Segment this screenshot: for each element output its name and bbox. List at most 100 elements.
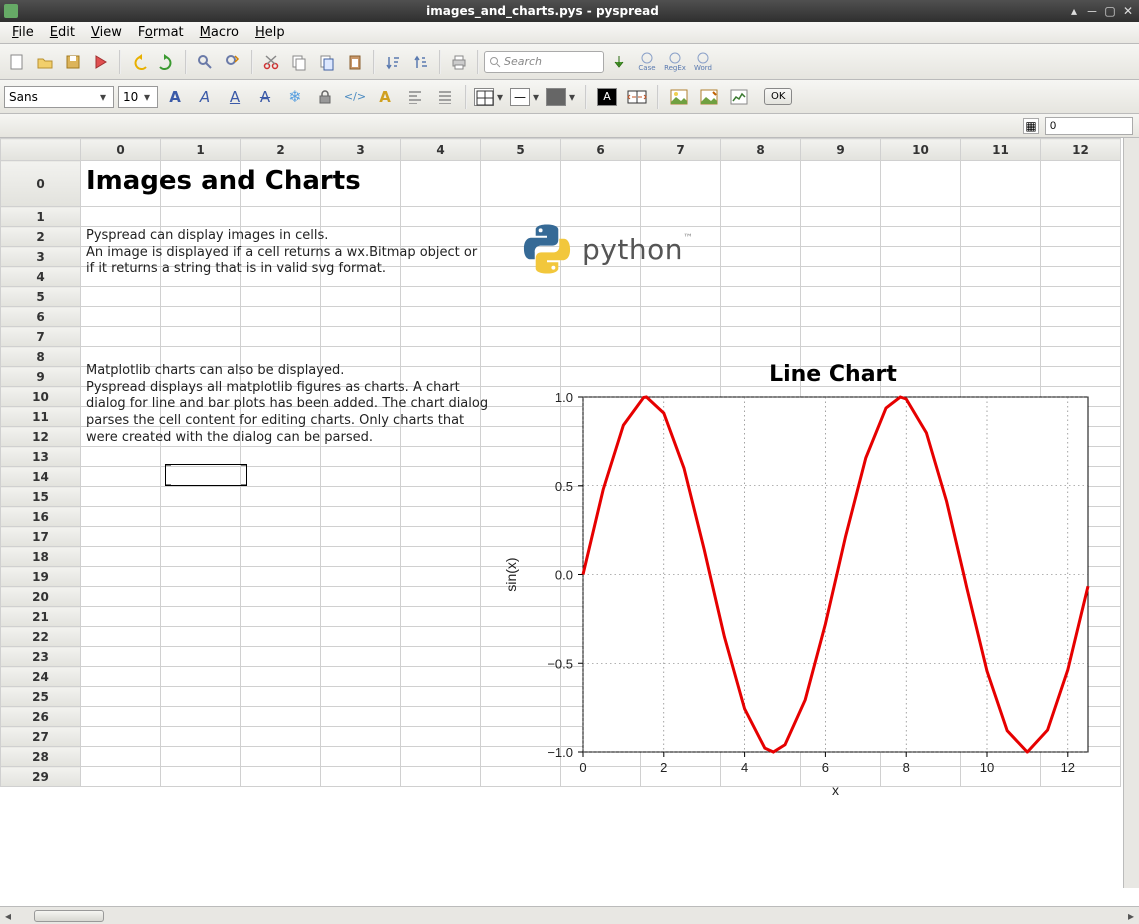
cell[interactable] (881, 307, 961, 327)
row-header[interactable]: 10 (1, 387, 81, 407)
cell[interactable] (401, 707, 481, 727)
italic-icon[interactable]: A (192, 84, 218, 110)
cell[interactable] (241, 587, 321, 607)
restore-button[interactable]: － (1085, 4, 1099, 18)
cell[interactable] (881, 327, 961, 347)
cell[interactable] (481, 161, 561, 207)
cell[interactable] (401, 627, 481, 647)
menu-help[interactable]: Help (247, 23, 293, 42)
cell[interactable] (161, 647, 241, 667)
table-select-icon[interactable]: ▦ (1023, 118, 1039, 134)
menu-view[interactable]: View (83, 23, 130, 42)
search-go-icon[interactable] (606, 49, 632, 75)
row-header[interactable]: 17 (1, 527, 81, 547)
col-header[interactable]: 0 (81, 139, 161, 161)
search-input[interactable]: Search (484, 51, 604, 73)
selected-cell[interactable] (165, 464, 247, 486)
font-family-select[interactable]: Sans▾ (4, 86, 114, 108)
cell[interactable] (241, 287, 321, 307)
row-header[interactable]: 2 (1, 227, 81, 247)
underline-icon[interactable]: A (222, 84, 248, 110)
cell[interactable] (1041, 287, 1121, 307)
cell[interactable] (241, 687, 321, 707)
markup-icon[interactable]: </> (342, 84, 368, 110)
strike-icon[interactable]: A (252, 84, 278, 110)
borders-select[interactable]: ▾ (474, 88, 506, 106)
cell[interactable] (321, 507, 401, 527)
search-regex-toggle[interactable]: RegEx (662, 49, 688, 75)
insert-image-icon[interactable] (666, 84, 692, 110)
row-header[interactable]: 0 (1, 161, 81, 207)
cell[interactable] (161, 747, 241, 767)
cell[interactable] (721, 267, 801, 287)
row-header[interactable]: 29 (1, 767, 81, 787)
cell[interactable] (161, 207, 241, 227)
align-justify-icon[interactable] (432, 84, 458, 110)
cell[interactable] (321, 527, 401, 547)
line-width-select[interactable]: —▾ (510, 88, 542, 106)
maximize-button[interactable]: ▢ (1103, 4, 1117, 18)
cell[interactable] (881, 207, 961, 227)
cell[interactable] (161, 627, 241, 647)
cell[interactable] (241, 667, 321, 687)
col-header[interactable]: 11 (961, 139, 1041, 161)
row-header[interactable]: 25 (1, 687, 81, 707)
text-color-icon[interactable]: A (372, 84, 398, 110)
cell[interactable] (81, 487, 161, 507)
cell[interactable] (321, 747, 401, 767)
search-word-toggle[interactable]: Word (690, 49, 716, 75)
cell[interactable] (81, 207, 161, 227)
export-icon[interactable] (88, 49, 114, 75)
cell[interactable] (321, 447, 401, 467)
cell[interactable] (321, 687, 401, 707)
cell[interactable] (641, 307, 721, 327)
cell[interactable] (481, 287, 561, 307)
cell[interactable] (481, 307, 561, 327)
cell[interactable] (721, 247, 801, 267)
cell[interactable] (801, 327, 881, 347)
row-header[interactable]: 7 (1, 327, 81, 347)
cell[interactable] (641, 327, 721, 347)
merge-cells-icon[interactable] (624, 84, 650, 110)
cell[interactable] (401, 327, 481, 347)
cell[interactable] (401, 547, 481, 567)
freeze-icon[interactable]: ❄ (282, 84, 308, 110)
cell[interactable] (81, 567, 161, 587)
cell[interactable] (81, 727, 161, 747)
cell[interactable] (321, 467, 401, 487)
cell[interactable] (81, 687, 161, 707)
cell[interactable] (401, 507, 481, 527)
cell[interactable] (721, 227, 801, 247)
minimize-button[interactable]: ▴ (1067, 4, 1081, 18)
cell[interactable] (321, 307, 401, 327)
row-header[interactable]: 8 (1, 347, 81, 367)
cell[interactable] (321, 627, 401, 647)
cell[interactable] (321, 767, 401, 787)
cell[interactable] (881, 287, 961, 307)
cell[interactable] (161, 667, 241, 687)
cell[interactable] (721, 207, 801, 227)
bg-color-icon[interactable]: A (594, 84, 620, 110)
link-image-icon[interactable] (696, 84, 722, 110)
row-header[interactable]: 18 (1, 547, 81, 567)
cell[interactable] (321, 667, 401, 687)
cell[interactable] (1041, 247, 1121, 267)
row-header[interactable]: 4 (1, 267, 81, 287)
cell[interactable] (401, 467, 481, 487)
redo-icon[interactable] (154, 49, 180, 75)
cell[interactable] (161, 527, 241, 547)
cell[interactable] (81, 747, 161, 767)
row-header[interactable]: 28 (1, 747, 81, 767)
cell[interactable] (161, 687, 241, 707)
cell[interactable] (401, 747, 481, 767)
cell[interactable] (241, 527, 321, 547)
cell[interactable] (81, 647, 161, 667)
cell[interactable] (241, 707, 321, 727)
cell[interactable] (961, 287, 1041, 307)
cell[interactable] (321, 567, 401, 587)
cell[interactable] (401, 607, 481, 627)
cell[interactable] (161, 307, 241, 327)
spreadsheet-grid[interactable]: 0123456789101112012345678910111213141516… (0, 138, 1139, 906)
cell[interactable] (401, 307, 481, 327)
cell[interactable] (641, 161, 721, 207)
